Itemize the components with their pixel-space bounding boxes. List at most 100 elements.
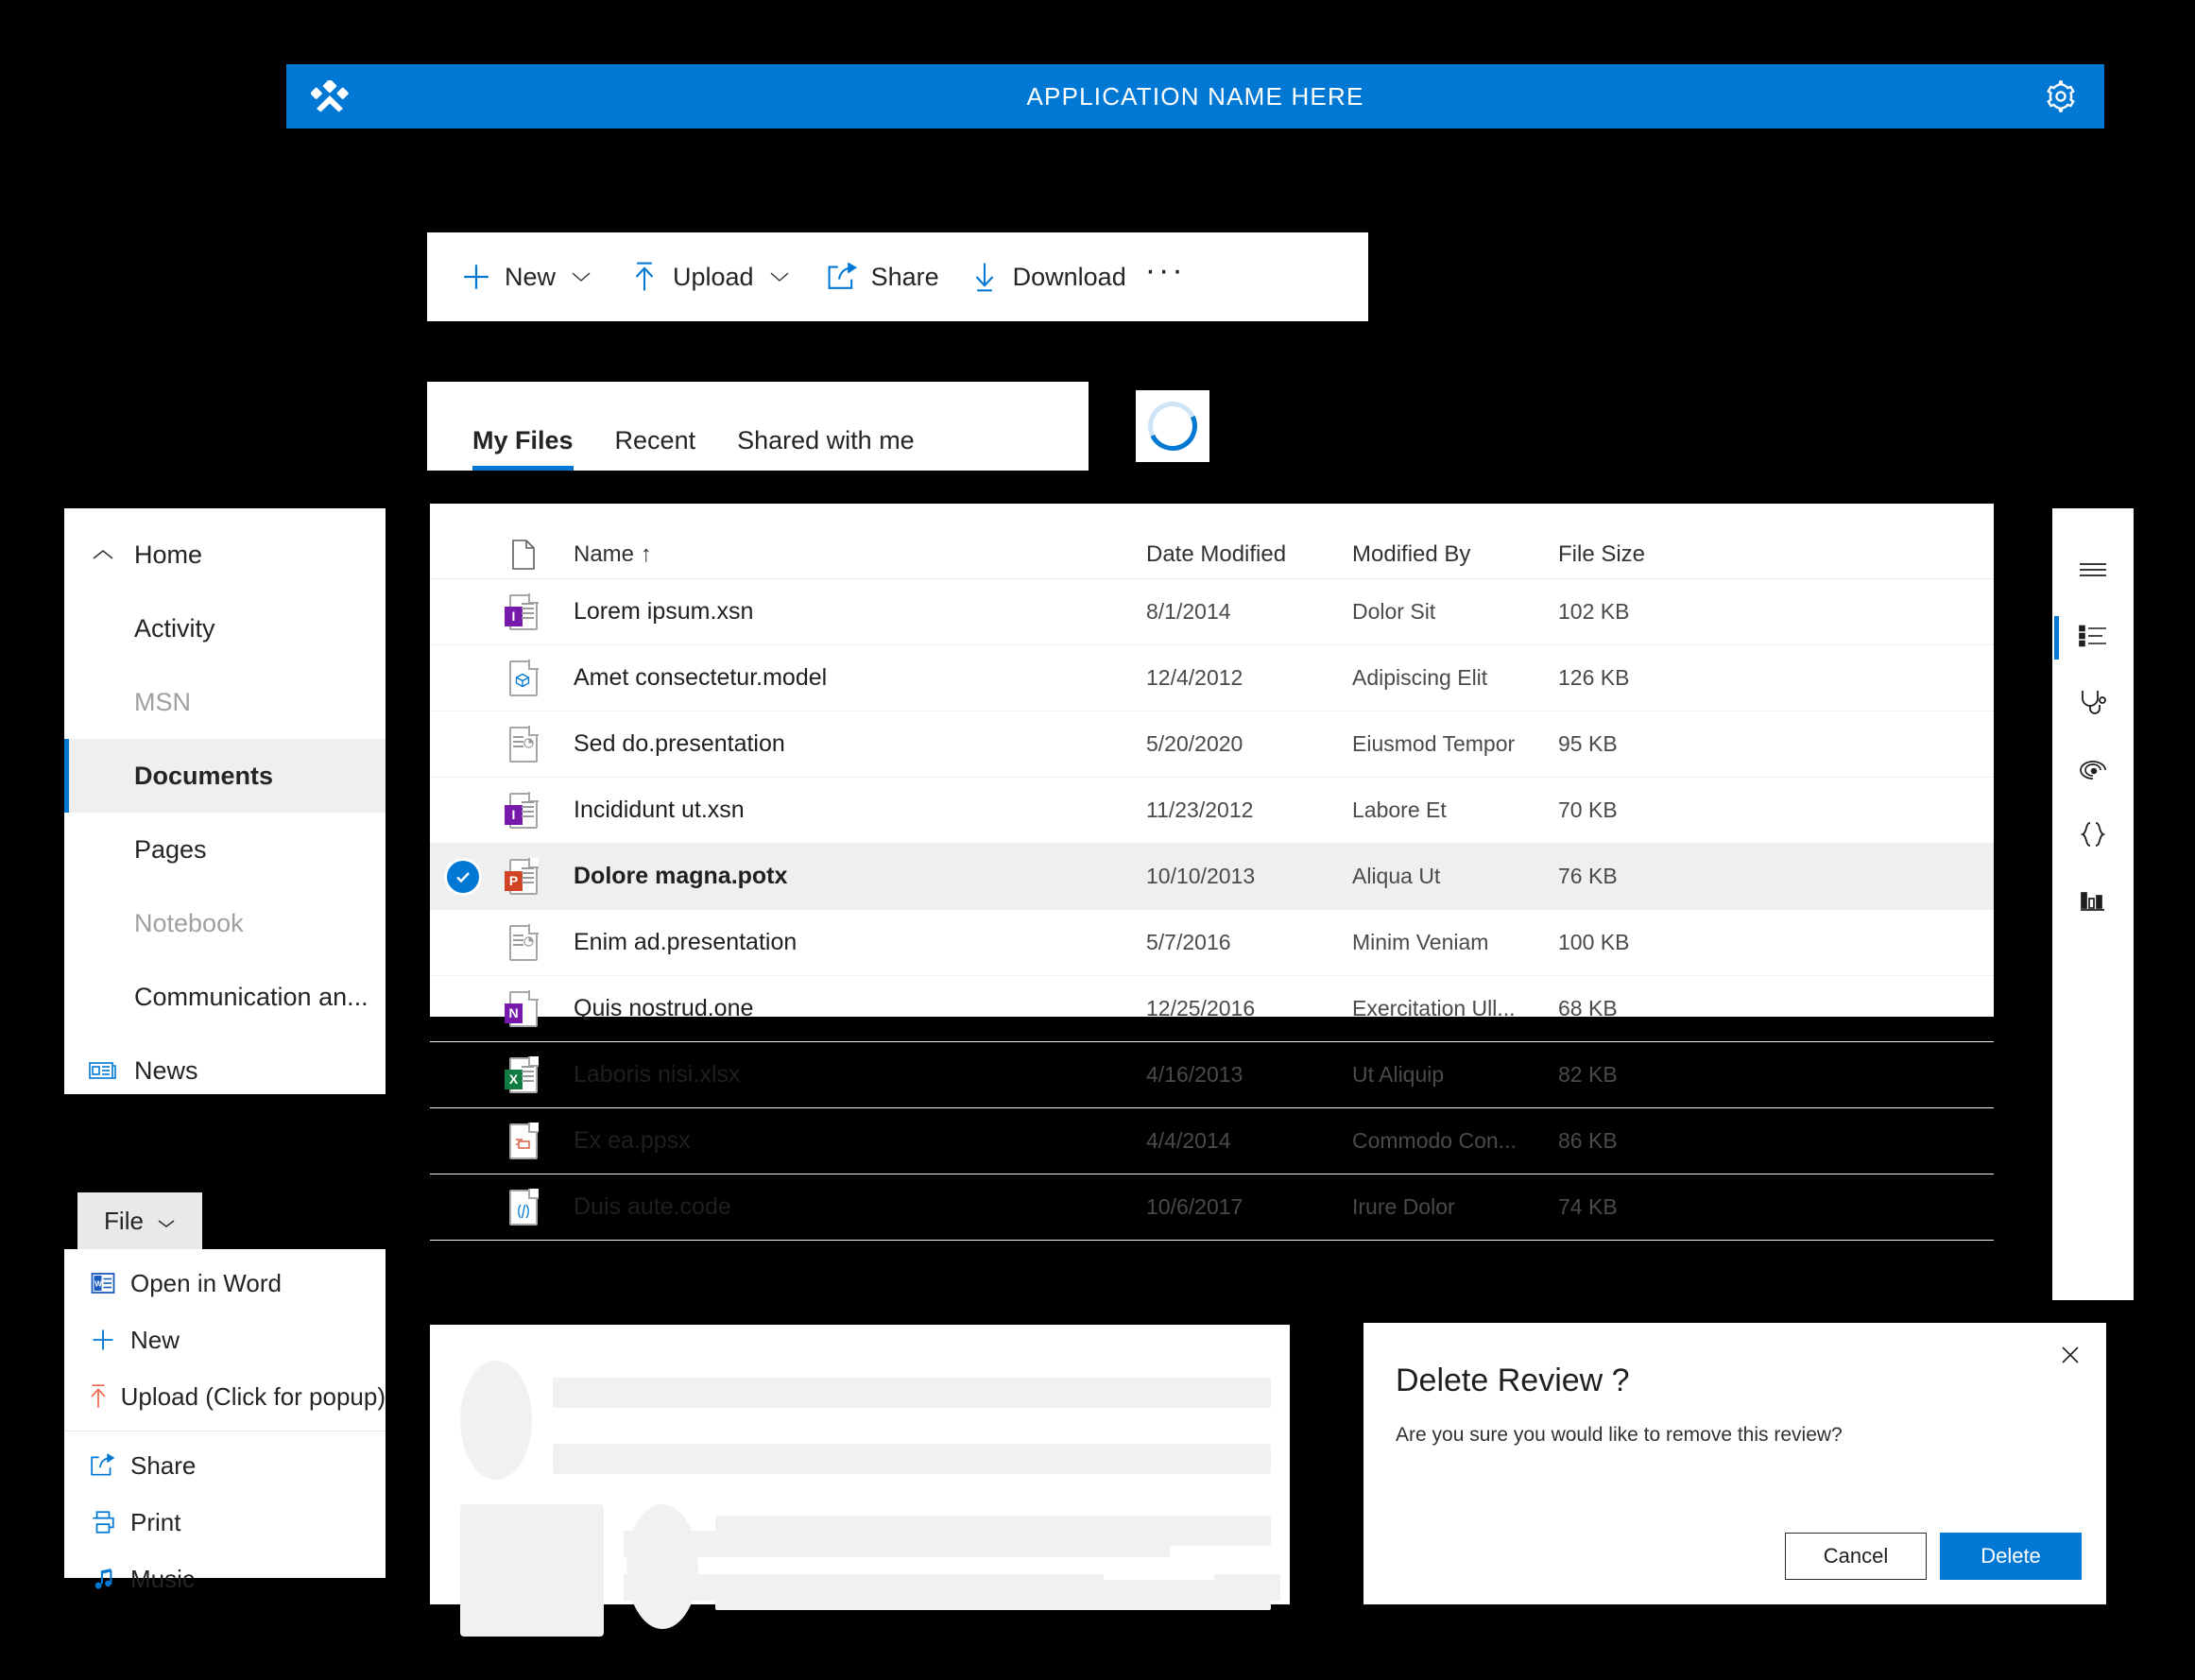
- table-row[interactable]: P Dolore magna.potx 10/10/2013 Aliqua Ut 76 …: [430, 844, 1994, 910]
- row-date-modified: 11/23/2012: [1146, 797, 1254, 822]
- word-icon: W: [81, 1271, 125, 1295]
- rail-item-code[interactable]: [2052, 803, 2134, 869]
- command-download[interactable]: Download: [964, 232, 1126, 321]
- sidebar-nav: Home Activity MSN Documents Pages Notebo…: [64, 508, 386, 1094]
- file-list-panel: Name ↑ Date Modified Modified By File Si…: [430, 504, 1994, 1241]
- dialog-actions: Cancel Delete: [1785, 1533, 2082, 1580]
- command-share[interactable]: Share: [822, 232, 939, 321]
- column-header-date-modified[interactable]: Date Modified: [1146, 541, 1352, 568]
- column-header-file-size[interactable]: File Size: [1558, 541, 1747, 568]
- document-icon: [496, 539, 551, 570]
- command-overflow-button[interactable]: ···: [1126, 252, 1199, 302]
- row-file-size: 74 KB: [1558, 1194, 1618, 1219]
- row-name[interactable]: Sed do.presentation: [551, 730, 1146, 758]
- close-icon[interactable]: [2059, 1344, 2082, 1372]
- menu-item-upload[interactable]: Upload (Click for popup): [64, 1368, 386, 1425]
- model-3d-file-icon: [496, 659, 551, 696]
- column-header-modified-by[interactable]: Modified By: [1352, 541, 1558, 568]
- row-file-size: 68 KB: [1558, 996, 1618, 1020]
- chevron-up-icon[interactable]: [77, 547, 129, 562]
- row-date-modified: 12/25/2016: [1146, 996, 1256, 1020]
- row-name[interactable]: Laboris nisi.xlsx: [551, 1061, 1146, 1089]
- settings-button[interactable]: [2017, 80, 2104, 112]
- file-menu-button-label: File: [104, 1206, 144, 1235]
- code-file-icon: [496, 1188, 551, 1226]
- row-name[interactable]: Lorem ipsum.xsn: [551, 598, 1146, 626]
- placeholder-line: [1214, 1574, 1280, 1601]
- list-details-icon: [2077, 624, 2109, 653]
- menu-item-label: New: [130, 1325, 180, 1354]
- sidebar-item-home[interactable]: Home: [64, 518, 386, 591]
- table-row[interactable]: Sed do.presentation 5/20/2020 Eiusmod Temp…: [430, 711, 1994, 778]
- command-new[interactable]: New: [455, 232, 599, 321]
- row-name[interactable]: Enim ad.presentation: [551, 929, 1146, 956]
- command-bar: New Upload Share Download ···: [427, 232, 1368, 321]
- menu-item-print[interactable]: Print: [64, 1494, 386, 1551]
- presentation-file-icon: [496, 725, 551, 763]
- row-select-cell[interactable]: [430, 860, 496, 893]
- row-date-modified: 5/7/2016: [1146, 930, 1231, 954]
- cancel-button[interactable]: Cancel: [1785, 1533, 1927, 1580]
- table-row[interactable]: Ex ea.ppsx 4/4/2014 Commodo Con... 86 KB: [430, 1108, 1994, 1174]
- command-share-label: Share: [870, 262, 939, 291]
- rail-item-diagnostics[interactable]: [2052, 671, 2134, 737]
- sidebar-item-communication[interactable]: Communication an...: [64, 960, 386, 1034]
- row-name[interactable]: Quis nostrud.one: [551, 995, 1146, 1022]
- table-row[interactable]: X Laboris nisi.xlsx 4/16/2013 Ut Aliquip 82 …: [430, 1042, 1994, 1108]
- sidebar-item-label: Documents: [134, 761, 274, 790]
- tab-shared-with-me[interactable]: Shared with me: [716, 426, 935, 471]
- sidebar-item-notebook[interactable]: Notebook: [64, 886, 386, 960]
- menu-item-music[interactable]: Music: [64, 1551, 386, 1607]
- sidebar-item-news[interactable]: News: [64, 1034, 386, 1107]
- placeholder-line: [624, 1531, 1170, 1557]
- sidebar-item-activity[interactable]: Activity: [64, 591, 386, 665]
- table-row[interactable]: Duis aute.code 10/6/2017 Irure Dolor 74 KB: [430, 1174, 1994, 1241]
- column-header-name[interactable]: Name ↑: [551, 541, 1146, 568]
- row-date-modified: 12/4/2012: [1146, 665, 1243, 690]
- chevron-down-icon[interactable]: [769, 270, 790, 283]
- table-row[interactable]: Enim ad.presentation 5/7/2016 Minim Veniam…: [430, 910, 1994, 976]
- row-selected-check-icon[interactable]: [447, 860, 479, 893]
- row-modified-by: Irure Dolor: [1352, 1194, 1455, 1219]
- rail-item-radar[interactable]: [2052, 737, 2134, 803]
- rail-item-menu[interactable]: [2052, 539, 2134, 605]
- ppsx-file-icon: [496, 1122, 551, 1159]
- row-name[interactable]: Amet consectetur.model: [551, 664, 1146, 692]
- row-date-modified: 10/6/2017: [1146, 1194, 1243, 1219]
- sidebar-item-msn[interactable]: MSN: [64, 665, 386, 739]
- rail-item-details-list[interactable]: [2052, 605, 2134, 671]
- tab-recent[interactable]: Recent: [594, 426, 717, 471]
- sidebar-item-documents[interactable]: Documents: [64, 739, 386, 813]
- sidebar-item-label: Notebook: [134, 908, 244, 937]
- app-logo[interactable]: [286, 80, 373, 112]
- row-name[interactable]: Dolore magna.potx: [551, 863, 1146, 890]
- tab-my-files[interactable]: My Files: [452, 426, 594, 471]
- onenote-file-icon: N: [496, 989, 551, 1027]
- placeholder-thumbnail: [460, 1504, 604, 1637]
- command-upload[interactable]: Upload: [624, 232, 797, 321]
- row-file-size: 76 KB: [1558, 864, 1618, 888]
- row-name[interactable]: Duis aute.code: [551, 1193, 1146, 1221]
- table-row[interactable]: I Lorem ipsum.xsn 8/1/2014 Dolor Sit 102 KB: [430, 579, 1994, 645]
- curly-braces-icon: [2079, 820, 2107, 853]
- menu-item-label: Upload (Click for popup): [120, 1381, 386, 1411]
- menu-item-open-in-word[interactable]: W Open in Word: [64, 1255, 386, 1311]
- row-modified-by: Exercitation Ull...: [1352, 996, 1516, 1020]
- rail-item-analytics[interactable]: [2052, 869, 2134, 935]
- file-menu-container: File W Open in Word New Upload (Click fo…: [64, 1192, 386, 1593]
- row-name[interactable]: Ex ea.ppsx: [551, 1127, 1146, 1155]
- table-row[interactable]: I Incididunt ut.xsn 11/23/2012 Labore Et 70 …: [430, 778, 1994, 844]
- row-name[interactable]: Incididunt ut.xsn: [551, 797, 1146, 824]
- row-file-size: 126 KB: [1558, 665, 1630, 690]
- menu-item-share[interactable]: Share: [64, 1437, 386, 1494]
- table-row[interactable]: Amet consectetur.model 12/4/2012 Adipiscin…: [430, 645, 1994, 711]
- delete-button[interactable]: Delete: [1940, 1533, 2082, 1580]
- chevron-down-icon[interactable]: [571, 270, 592, 283]
- menu-item-new[interactable]: New: [64, 1311, 386, 1368]
- file-menu-button[interactable]: File: [77, 1192, 202, 1249]
- sidebar-item-label: Home: [134, 540, 203, 569]
- dialog-title: Delete Review ?: [1396, 1363, 1630, 1398]
- row-date-modified: 10/10/2013: [1146, 864, 1256, 888]
- sidebar-item-pages[interactable]: Pages: [64, 813, 386, 886]
- table-row[interactable]: N Quis nostrud.one 12/25/2016 Exercitation …: [430, 976, 1994, 1042]
